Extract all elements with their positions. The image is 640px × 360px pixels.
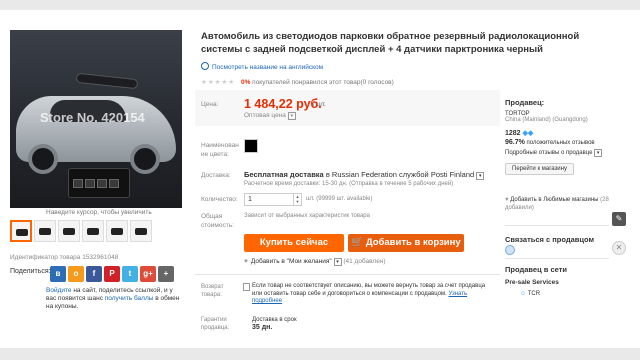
pinterest-icon[interactable]: P <box>104 266 120 282</box>
guarantee-label: Гарантии продавца: <box>201 317 230 331</box>
rating-stars-icon: ★★★★★ <box>201 79 236 86</box>
vk-icon[interactable]: в <box>50 266 66 282</box>
add-to-cart-button[interactable]: 🛒 Добавить в корзину <box>348 234 464 252</box>
add-favorite-store[interactable]: ♥ Добавить в Любимые магазины (28 добави… <box>505 197 609 212</box>
top-strip <box>0 0 640 10</box>
return-policy: Если товар не соответствует описанию, вы… <box>252 283 486 304</box>
signin-link[interactable]: Войдите <box>46 287 72 294</box>
shipping-info: Бесплатная доставка в Russian Federation… <box>244 170 485 180</box>
color-label: Наименован ие цвета: <box>201 142 239 158</box>
seller-score: 1282 ◆◆ <box>505 130 534 137</box>
bottom-strip <box>0 348 640 360</box>
quantity-input[interactable]: 1 ▲ ▼ <box>244 193 302 206</box>
thumbnail-strip <box>10 220 182 250</box>
thumbnail[interactable] <box>34 220 56 242</box>
divider <box>505 225 609 226</box>
chevron-down-icon: ▾ <box>594 149 603 157</box>
product-page: Store No. 420154 Наведите курсор, чтобы … <box>0 0 640 360</box>
thumbnail[interactable] <box>106 220 128 242</box>
service-agent[interactable]: ☺ TCR <box>520 291 540 297</box>
price-box <box>195 90 500 126</box>
contact-seller[interactable]: Связаться с продавцом <box>505 235 615 255</box>
get-points-link[interactable]: получить баллы <box>105 295 154 302</box>
thumbnail[interactable] <box>130 220 152 242</box>
shipping-dropdown-icon[interactable]: ▾ <box>476 172 485 180</box>
wishlist-link[interactable]: ♥ Добавить в "Мои желания" ▾ (41 добавлен… <box>244 258 386 266</box>
price-label: Цена: <box>201 101 219 108</box>
return-label: Возврат товара: <box>201 284 224 298</box>
diamond-icon: ◆◆ <box>522 130 534 137</box>
heart-icon: ♥ <box>505 197 509 203</box>
total-note: Зависит от выбранных характеристик товар… <box>244 213 370 219</box>
ok-icon[interactable]: о <box>68 266 84 282</box>
product-title: Автомобиль из светодиодов парковки обрат… <box>201 31 580 55</box>
go-to-store-button[interactable]: Перейти к магазину <box>505 163 574 175</box>
product-id: Идентификатор товара 1532961048 <box>10 254 119 261</box>
thumbnail[interactable] <box>58 220 80 242</box>
seller-panel: Продавец: TORTOP China (Mainland) (Guang… <box>505 98 615 175</box>
chat-icon <box>505 245 515 255</box>
main-product-image[interactable]: Store No. 420154 <box>10 30 182 208</box>
divider <box>505 258 609 259</box>
seller-heading: Продавец: <box>505 98 545 107</box>
google-plus-icon[interactable]: g+ <box>140 266 156 282</box>
seller-location: China (Mainland) (Guangdong) <box>505 117 588 123</box>
seller-feedback: 96.7% положительных отзывов <box>505 139 595 146</box>
quantity-label: Количество: <box>201 196 238 203</box>
rating-percent: 0% <box>240 79 251 86</box>
quantity-available: шт. (99999 шт. available) <box>306 196 373 202</box>
shipping-label: Доставка: <box>201 172 231 179</box>
price-value: 1 484,22 руб. <box>244 97 322 111</box>
more-share-icon[interactable]: + <box>158 266 174 282</box>
twitter-icon[interactable]: t <box>122 266 138 282</box>
chat-icon: ☺ <box>520 291 527 297</box>
facebook-icon[interactable]: f <box>86 266 102 282</box>
color-swatch-black[interactable] <box>244 139 258 153</box>
total-label: Общая стоимость: <box>201 213 234 229</box>
translate-icon <box>201 62 209 70</box>
share-signin-note: Войдите на сайт, поделитесь ссылкой, и у… <box>46 287 180 310</box>
edit-icon[interactable]: ✎ <box>612 212 626 226</box>
cart-icon: 🛒 <box>351 237 364 248</box>
buy-now-button[interactable]: Купить сейчас <box>244 234 344 252</box>
share-label: Поделиться: <box>10 268 51 275</box>
price-unit: / шт. <box>313 101 326 108</box>
zoom-hint: Наведите курсор, чтобы увеличить <box>46 209 152 216</box>
close-icon[interactable]: ✕ <box>612 241 626 255</box>
chevron-down-icon: ▾ <box>333 258 342 266</box>
wholesale-link[interactable]: Оптовая цена ▾ <box>244 112 296 120</box>
thumbnail[interactable] <box>82 220 104 242</box>
thumbnail[interactable] <box>10 220 32 242</box>
guarantee-info: Доставка в срок 35 дн. <box>252 317 297 331</box>
seller-online-heading: Продавец в сети <box>505 265 567 274</box>
heart-icon: ♥ <box>244 258 248 265</box>
translate-link[interactable]: Посмотреть название на английском <box>201 62 323 71</box>
quantity-stepper[interactable]: ▲ ▼ <box>293 194 301 205</box>
presale-services: Pre-sale Services <box>505 279 559 286</box>
shipping-eta: Расчетное время доставки: 15-30 дн. (Отп… <box>244 181 454 187</box>
chevron-down-icon: ▾ <box>287 112 296 120</box>
store-watermark: Store No. 420154 <box>40 110 145 125</box>
divider <box>195 274 500 275</box>
return-icon <box>243 283 250 291</box>
rating-row: ★★★★★ 0% покупателей понравился этот тов… <box>201 79 394 86</box>
seller-feedback-link[interactable]: Подробные отзывы о продавце ▾ <box>505 149 615 157</box>
display-unit-image <box>68 168 130 198</box>
